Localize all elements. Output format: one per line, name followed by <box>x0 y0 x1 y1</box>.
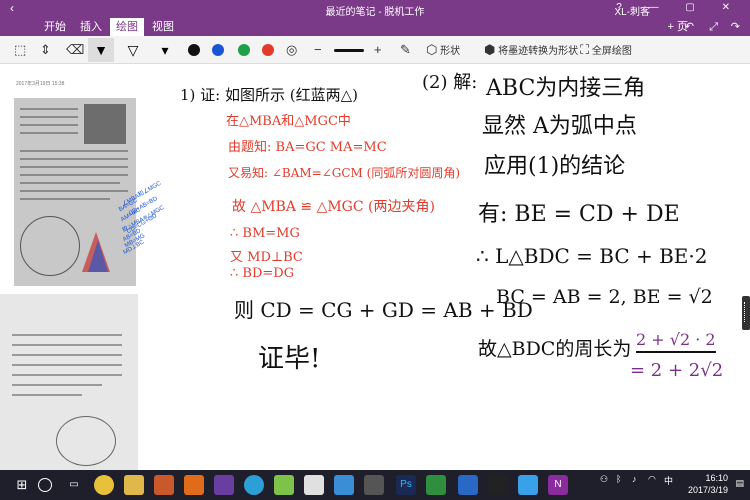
pen-tool[interactable]: ▽ <box>120 38 146 62</box>
tray-input-language[interactable]: 中 <box>664 474 673 487</box>
tray-people-icon[interactable]: ⚇ <box>600 474 608 485</box>
photoshop-icon[interactable]: Ps <box>396 475 416 495</box>
chat-icon[interactable] <box>244 475 264 495</box>
ink-to-shape-button[interactable]: ⬢ 将墨迹转换为形状 <box>484 40 578 60</box>
part1-line-6: 又 MD⊥BC <box>230 250 303 265</box>
stroke-width-indicator <box>334 49 364 52</box>
notification-icon[interactable]: ▤ <box>735 478 744 489</box>
tray-wifi-icon[interactable]: ◠ <box>648 474 656 485</box>
insert-space-icon[interactable]: ⇕ <box>40 40 51 60</box>
blue-triangle-mark <box>88 240 108 272</box>
taskview-icon[interactable]: ▭ <box>64 475 84 495</box>
geometry-circle-diagram <box>20 216 80 276</box>
lasso-select-icon[interactable]: ⬚ <box>14 40 26 60</box>
part2-line-7: 故△BDC的周长为 <box>478 338 632 360</box>
part2-line-4: 有: BE = CD + DE <box>478 202 680 227</box>
part1-line-5: ∴ BM=MG <box>230 226 300 241</box>
search-icon[interactable] <box>38 478 52 492</box>
part1-conclusion: 则 CD = CG + GD = AB + BD <box>234 298 533 322</box>
part1-line-2: 由题知: BA=GC MA=MC <box>228 140 387 155</box>
part2-fraction-numerator: 2 + √2 · 2 <box>636 330 716 353</box>
part2-line-1: ABC为内接三角 <box>486 76 646 101</box>
thicker-stroke-button[interactable]: + <box>374 40 382 60</box>
part1-line-4: 故 △MBA ≌ △MGC (两边夹角) <box>232 199 435 215</box>
textbook-photo-1[interactable] <box>14 98 136 286</box>
color-blue[interactable] <box>212 44 224 56</box>
shapes-button[interactable]: ⬡ 形状 <box>426 40 460 60</box>
app-orange-icon[interactable] <box>184 475 204 495</box>
tab-home[interactable]: 开始 <box>38 18 72 36</box>
grid-app-icon[interactable] <box>458 475 478 495</box>
tab-insert[interactable]: 插入 <box>74 18 108 36</box>
thinner-stroke-button[interactable]: − <box>314 40 322 60</box>
page-date: 2017年3月19日 15:38 <box>16 81 65 87</box>
fullscreen-draw-label: 全屏绘图 <box>591 46 632 57</box>
vs-icon[interactable] <box>214 475 234 495</box>
redo-icon[interactable]: ↷ <box>731 18 740 36</box>
doc-icon[interactable] <box>304 475 324 495</box>
fullscreen-draw-button[interactable]: ⛶ 全屏绘图 <box>580 40 632 60</box>
fullscreen-icon[interactable]: ⤢ <box>709 18 718 36</box>
part1-label: 1) 证: 如图所示 (红蓝两△) <box>180 86 358 104</box>
pen-tool-selected[interactable]: ▼ <box>88 38 114 62</box>
color-green[interactable] <box>238 44 250 56</box>
windows-start-icon[interactable]: ⊞ <box>12 475 32 495</box>
title-bar: ‹ 最近的笔记 - 脱机工作 XL-刺客 ? — ▢ ✕ <box>0 0 750 18</box>
portrait-image <box>84 104 126 144</box>
part1-line-7: ∴ BD=DG <box>230 266 295 281</box>
highlighter-tool[interactable]: ▾ <box>152 38 178 62</box>
part2-line-6: BC = AB = 2, BE = √2 <box>496 286 713 308</box>
store-icon[interactable] <box>334 475 354 495</box>
files-icon[interactable] <box>124 475 144 495</box>
notes-icon[interactable] <box>274 475 294 495</box>
window-controls[interactable]: ? — ▢ ✕ <box>616 2 742 13</box>
draw-toolbar: ⬚ ⇕ ⌫ ▼ ▽ ▾ ◎ − + ✎ ⬡ 形状 ⬢ 将墨迹转换为形状 ⛶ 全屏… <box>0 36 750 64</box>
part1-line-1: 在△MBA和△MGC中 <box>226 114 351 129</box>
color-palette-icon[interactable]: ◎ <box>286 40 297 60</box>
part2-line-5: ∴ L△BDC = BC + BE·2 <box>476 244 708 268</box>
part1-end: 证毕! <box>258 344 321 374</box>
clock-date: 2017/3/19 <box>687 485 728 495</box>
blue-app-icon[interactable] <box>518 475 538 495</box>
ink-to-shape-label: 将墨迹转换为形状 <box>498 46 579 57</box>
tray-volume-icon[interactable]: ♪ <box>632 474 637 484</box>
geometry-circle-diagram-2 <box>56 416 116 466</box>
ruler-icon[interactable]: ✎ <box>400 40 411 60</box>
scroll-grip <box>744 302 748 322</box>
onenote-icon[interactable]: N <box>548 475 568 495</box>
undo-icon[interactable]: ↶ <box>685 18 694 36</box>
tray-bluetooth-icon[interactable]: ᛒ <box>616 474 621 484</box>
green-app-icon[interactable] <box>426 475 446 495</box>
part2-line-3: 应用(1)的结论 <box>484 154 626 179</box>
taskbar: ⊞ ▭ Ps N ⚇ ᛒ ♪ ◠ 中 16:10 2017/3/19 ▤ <box>0 470 750 500</box>
textbook-photo-2[interactable] <box>0 294 138 476</box>
part1-line-3: 又易知: ∠BAM=∠GCM (同弧所对圆周角) <box>228 166 461 180</box>
tab-draw[interactable]: 绘图 <box>110 18 144 36</box>
ribbon-tabs: 开始 插入 绘图 视图 + 页 ↶ ⤢ ↷ <box>0 18 750 36</box>
color-black[interactable] <box>188 44 200 56</box>
color-red[interactable] <box>262 44 274 56</box>
matlab-icon[interactable] <box>154 475 174 495</box>
part2-line-2: 显然 A为弧中点 <box>482 114 637 139</box>
app-gray-icon[interactable] <box>364 475 384 495</box>
clock-time: 16:10 <box>705 473 728 483</box>
taskbar-clock[interactable]: 16:10 2017/3/19 <box>688 472 728 496</box>
qq-icon[interactable] <box>488 475 508 495</box>
part2-label: (2) 解: <box>422 72 478 93</box>
eraser-icon[interactable]: ⌫ <box>66 40 84 60</box>
part2-fraction-result: = 2 + 2√2 <box>630 360 724 381</box>
chrome-icon[interactable] <box>94 475 114 495</box>
shapes-label: 形状 <box>440 46 461 57</box>
tab-view[interactable]: 视图 <box>146 18 180 36</box>
